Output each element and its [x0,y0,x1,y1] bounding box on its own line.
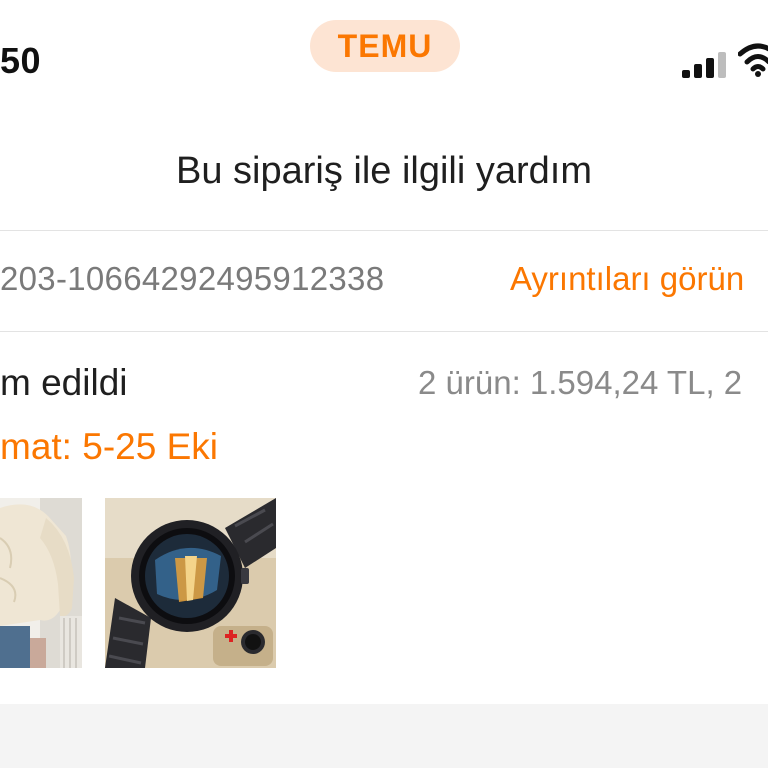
section-separator [0,704,768,768]
wifi-icon [738,43,768,77]
status-bar: 50 TEMU [0,0,768,110]
order-number: 203-10664292495912338 [0,260,385,297]
order-summary: 2 ürün: 1.594,24 TL, 2 [418,364,743,401]
temu-brand-pill[interactable]: TEMU [310,20,460,72]
cellular-signal-icon [682,52,726,78]
product-thumbnail-smartwatch[interactable] [105,498,276,668]
temu-logo-text: TEMU [337,27,433,64]
smartwatch-product-image [105,498,276,668]
header-divider [0,230,768,231]
order-divider [0,331,768,332]
page-title: Bu sipariş ile ilgili yardım [175,150,592,192]
delivery-estimate: mat: 5-25 Eki [0,426,218,467]
order-status: m edildi [0,362,128,403]
sweater-product-image [0,498,82,668]
view-details-link[interactable]: Ayrıntıları görün [510,260,744,298]
product-thumbnail-sweater[interactable] [0,498,82,668]
status-time: 50 [0,40,42,81]
